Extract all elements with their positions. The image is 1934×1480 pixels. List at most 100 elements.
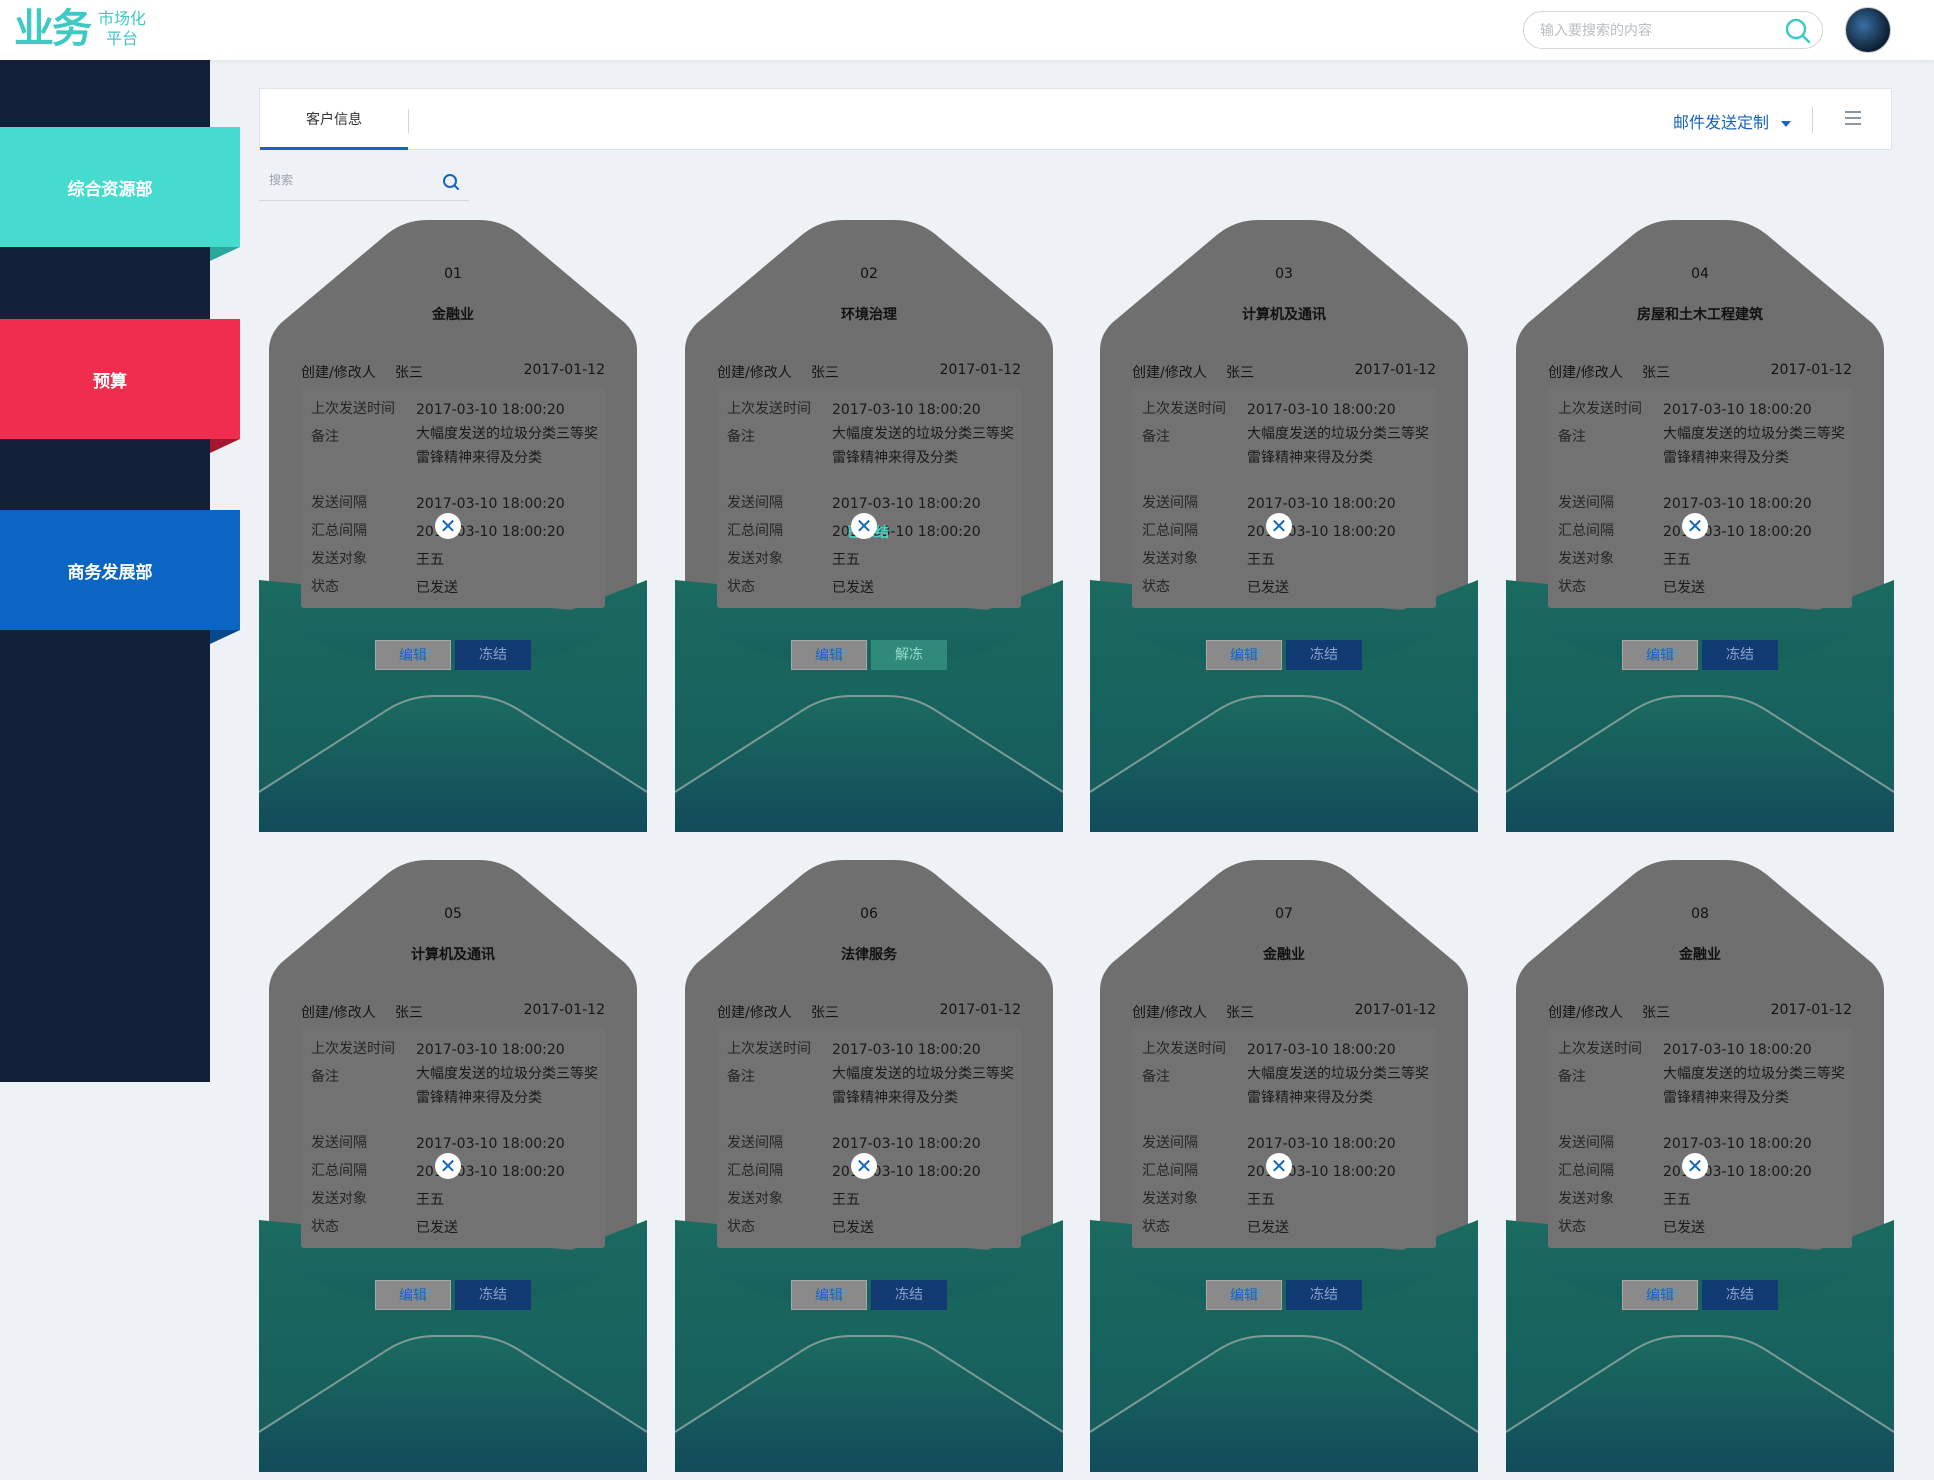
info-value: 已发送 xyxy=(1247,1220,1289,1236)
search-icon[interactable] xyxy=(441,172,461,192)
card-category: 金融业 xyxy=(1263,947,1305,963)
freeze-button[interactable]: 冻结 xyxy=(1702,1280,1778,1310)
card-category: 环境治理 xyxy=(841,307,897,323)
info-label: 备注 xyxy=(727,429,755,445)
close-icon[interactable]: ✕ xyxy=(1266,513,1292,539)
info-label: 发送对象 xyxy=(1558,1191,1614,1207)
customer-card: 03 计算机及通讯 创建/修改人 张三 2017-01-12 上次发送时间 20… xyxy=(1090,220,1478,840)
edit-button[interactable]: 编辑 xyxy=(375,1280,451,1310)
close-icon[interactable]: ✕ xyxy=(851,513,877,539)
tab-customer-info[interactable]: 客户信息 xyxy=(260,89,408,150)
sidebar-item-fold xyxy=(210,247,240,261)
card-search-input[interactable] xyxy=(267,172,431,188)
tabs-bar: 客户信息 邮件发送定制 xyxy=(259,88,1892,150)
logo-subtitle-line1: 市场化 xyxy=(98,9,147,28)
info-label: 状态 xyxy=(311,1219,339,1235)
info-value: 大幅度发送的垃圾分类三等奖雷锋精神来得及分类 xyxy=(416,1066,598,1106)
freeze-button[interactable]: 冻结 xyxy=(1286,1280,1362,1310)
freeze-button[interactable]: 冻结 xyxy=(1702,640,1778,670)
search-icon[interactable] xyxy=(1784,17,1812,45)
info-value: 大幅度发送的垃圾分类三等奖雷锋精神来得及分类 xyxy=(1247,426,1429,466)
info-label: 备注 xyxy=(1558,429,1586,445)
info-value: 大幅度发送的垃圾分类三等奖雷锋精神来得及分类 xyxy=(1663,1066,1845,1106)
edit-button[interactable]: 编辑 xyxy=(1206,640,1282,670)
unfreeze-button[interactable]: 解冻 xyxy=(871,640,947,670)
toolbar-divider xyxy=(1812,107,1813,133)
freeze-button[interactable]: 冻结 xyxy=(871,1280,947,1310)
created-date: 2017-01-12 xyxy=(1354,1002,1436,1018)
info-label: 汇总间隔 xyxy=(1558,523,1614,539)
close-icon[interactable]: ✕ xyxy=(1682,513,1708,539)
info-label: 汇总间隔 xyxy=(1142,523,1198,539)
edit-button[interactable]: 编辑 xyxy=(791,640,867,670)
customer-card: 01 金融业 创建/修改人 张三 2017-01-12 上次发送时间 2017-… xyxy=(259,220,647,840)
info-value: 2017-03-10 18:00:20 xyxy=(416,402,565,418)
info-label: 状态 xyxy=(1142,579,1170,595)
edit-button[interactable]: 编辑 xyxy=(791,1280,867,1310)
creator-name: 张三 xyxy=(811,365,839,381)
customer-card: 06 法律服务 创建/修改人 张三 2017-01-12 上次发送时间 2017… xyxy=(675,860,1063,1480)
info-label: 备注 xyxy=(727,1069,755,1085)
card-number: 08 xyxy=(1691,906,1709,922)
close-icon[interactable]: ✕ xyxy=(851,1153,877,1179)
mail-custom-dropdown[interactable]: 邮件发送定制 xyxy=(1673,109,1791,133)
card-category: 计算机及通讯 xyxy=(411,947,495,963)
sidebar-item-3[interactable]: 商务发展部 xyxy=(0,510,240,630)
close-icon[interactable]: ✕ xyxy=(1682,1153,1708,1179)
info-value: 2017-03-10 18:00:20 xyxy=(832,1042,981,1058)
card-number: 07 xyxy=(1275,906,1293,922)
info-label: 汇总间隔 xyxy=(727,523,783,539)
freeze-button[interactable]: 冻结 xyxy=(455,640,531,670)
info-label: 状态 xyxy=(727,579,755,595)
info-label: 状态 xyxy=(311,579,339,595)
sidebar-item-2[interactable]: 预算 xyxy=(0,319,240,439)
info-value: 已发送 xyxy=(1663,1220,1705,1236)
info-label: 发送间隔 xyxy=(311,495,367,511)
info-label: 备注 xyxy=(1142,429,1170,445)
creator-label: 创建/修改人 xyxy=(1132,1005,1207,1021)
sidebar-item-fold xyxy=(210,439,240,453)
created-date: 2017-01-12 xyxy=(1770,1002,1852,1018)
info-value: 已发送 xyxy=(832,580,874,596)
chevron-down-icon xyxy=(1781,120,1791,127)
info-label: 状态 xyxy=(1558,579,1586,595)
creator-label: 创建/修改人 xyxy=(1548,365,1623,381)
card-info-panel: 上次发送时间 2017-03-10 18:00:20 备注 大幅度发送的垃圾分类… xyxy=(1548,1028,1852,1248)
creator-label: 创建/修改人 xyxy=(1548,1005,1623,1021)
creator-label: 创建/修改人 xyxy=(717,1005,792,1021)
card-number: 01 xyxy=(444,266,462,282)
edit-button[interactable]: 编辑 xyxy=(1206,1280,1282,1310)
card-info-panel: 上次发送时间 2017-03-10 18:00:20 备注 大幅度发送的垃圾分类… xyxy=(1132,1028,1436,1248)
close-icon[interactable]: ✕ xyxy=(435,1153,461,1179)
card-category: 金融业 xyxy=(1679,947,1721,963)
info-label: 发送对象 xyxy=(311,551,367,567)
info-label: 上次发送时间 xyxy=(727,1041,811,1057)
edit-button[interactable]: 编辑 xyxy=(1622,1280,1698,1310)
info-value: 已发送 xyxy=(1663,580,1705,596)
info-value: 王五 xyxy=(1663,1192,1691,1208)
global-search-input[interactable] xyxy=(1538,20,1772,42)
close-icon[interactable]: ✕ xyxy=(435,513,461,539)
info-label: 发送对象 xyxy=(1142,1191,1198,1207)
creator-name: 张三 xyxy=(1226,365,1254,381)
logo[interactable]: 业务 市场化 平台 xyxy=(14,6,146,52)
info-label: 发送间隔 xyxy=(1142,1135,1198,1151)
edit-button[interactable]: 编辑 xyxy=(375,640,451,670)
info-label: 汇总间隔 xyxy=(1558,1163,1614,1179)
info-label: 状态 xyxy=(727,1219,755,1235)
menu-icon[interactable] xyxy=(1845,111,1861,125)
info-value: 2017-03-10 18:00:20 xyxy=(832,402,981,418)
edit-button[interactable]: 编辑 xyxy=(1622,640,1698,670)
user-avatar[interactable] xyxy=(1845,7,1891,53)
freeze-button[interactable]: 冻结 xyxy=(1286,640,1362,670)
close-icon[interactable]: ✕ xyxy=(1266,1153,1292,1179)
info-value: 大幅度发送的垃圾分类三等奖雷锋精神来得及分类 xyxy=(832,426,1014,466)
created-date: 2017-01-12 xyxy=(939,1002,1021,1018)
tab-divider xyxy=(408,109,409,133)
freeze-button[interactable]: 冻结 xyxy=(455,1280,531,1310)
sidebar-item-label: 商务发展部 xyxy=(67,562,153,583)
creator-label: 创建/修改人 xyxy=(1132,365,1207,381)
sidebar-item-1[interactable]: 综合资源部 xyxy=(0,127,240,247)
card-info-panel: 上次发送时间 2017-03-10 18:00:20 备注 大幅度发送的垃圾分类… xyxy=(717,1028,1021,1248)
info-label: 备注 xyxy=(1558,1069,1586,1085)
